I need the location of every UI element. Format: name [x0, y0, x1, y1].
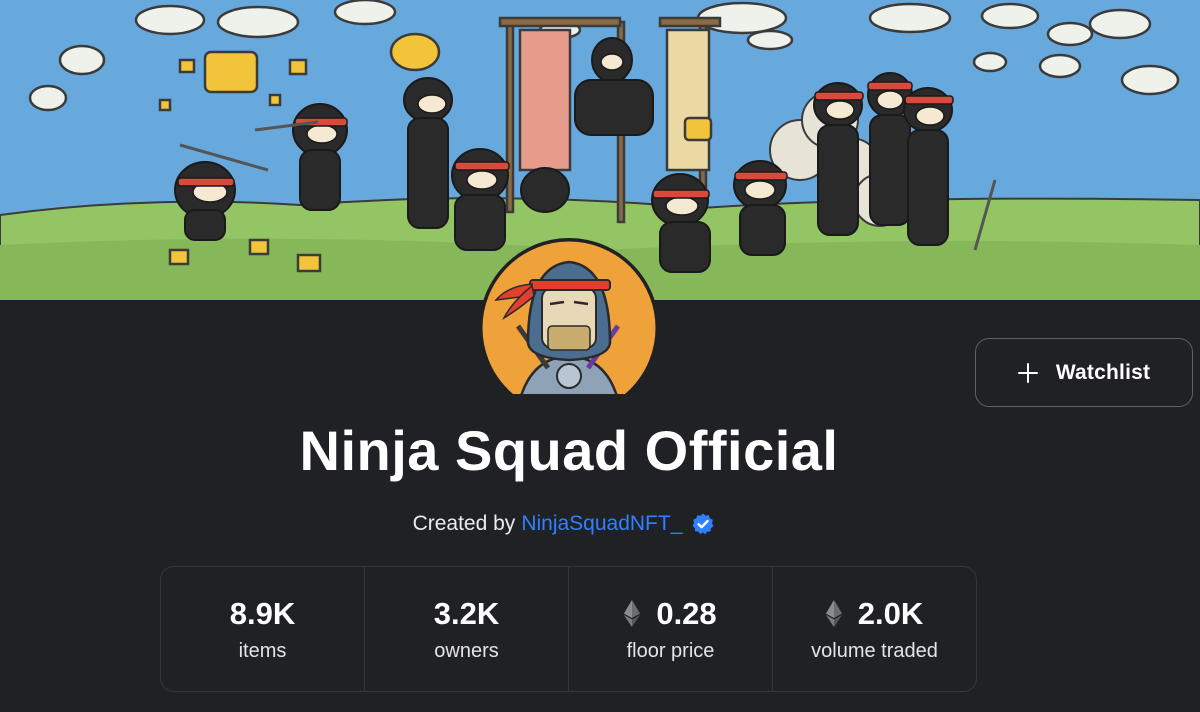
- watchlist-button[interactable]: Watchlist: [975, 338, 1193, 407]
- stat-floor-price: 0.28 floor price: [569, 567, 773, 691]
- stat-value: 8.9K: [229, 595, 296, 631]
- stat-label: owners: [434, 639, 499, 662]
- stats-panel: 8.9K items 3.2K owners 0.28 floor price: [160, 566, 977, 692]
- watchlist-label: Watchlist: [1055, 360, 1151, 384]
- stat-label: volume traded: [811, 639, 938, 662]
- stat-label: floor price: [626, 639, 715, 662]
- creator-line: Created by NinjaSquadNFT_: [0, 512, 1128, 536]
- stat-owners: 3.2K owners: [365, 567, 569, 691]
- ethereum-icon: [825, 600, 842, 627]
- collection-title: Ninja Squad Official: [299, 419, 839, 482]
- created-by-label: Created by: [412, 512, 516, 535]
- stat-items: 8.9K items: [161, 567, 365, 691]
- collection-avatar: [478, 238, 660, 394]
- plus-icon: [1017, 362, 1038, 383]
- ethereum-icon: [624, 600, 641, 627]
- stat-value: 3.2K: [433, 595, 500, 631]
- creator-link[interactable]: NinjaSquadNFT_: [521, 512, 682, 536]
- stat-value: 2.0K: [857, 595, 924, 631]
- stat-volume-traded: 2.0K volume traded: [773, 567, 976, 691]
- stat-label: items: [238, 639, 287, 662]
- verified-badge-icon: [692, 513, 714, 535]
- stat-value: 0.28: [656, 595, 717, 631]
